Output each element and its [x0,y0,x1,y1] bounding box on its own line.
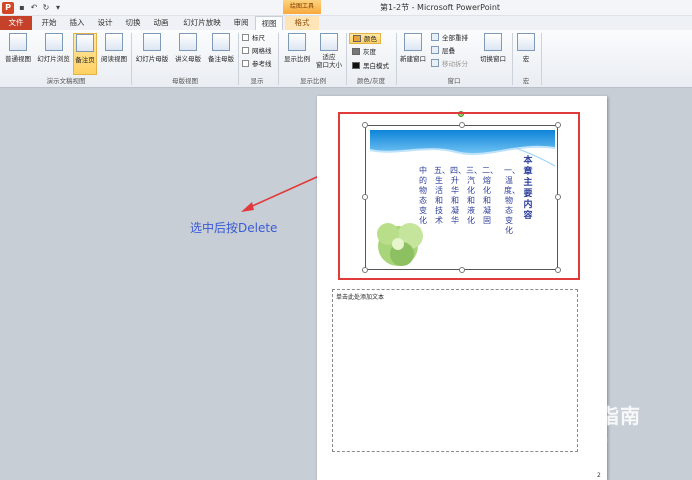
sogou-logo-icon [521,400,551,430]
annotation-text: 选中后按Delete [190,221,278,235]
highlight-frame [338,112,580,280]
watermark-url: zhinan.sogou.com [517,434,609,445]
notes-placeholder-text: 单击此处添加文本 [336,294,385,301]
watermark: 搜狗指南 zhinan.sogou.com [515,398,675,446]
page-number: 2 [597,472,601,479]
watermark-text: 搜狗指南 [557,404,641,428]
